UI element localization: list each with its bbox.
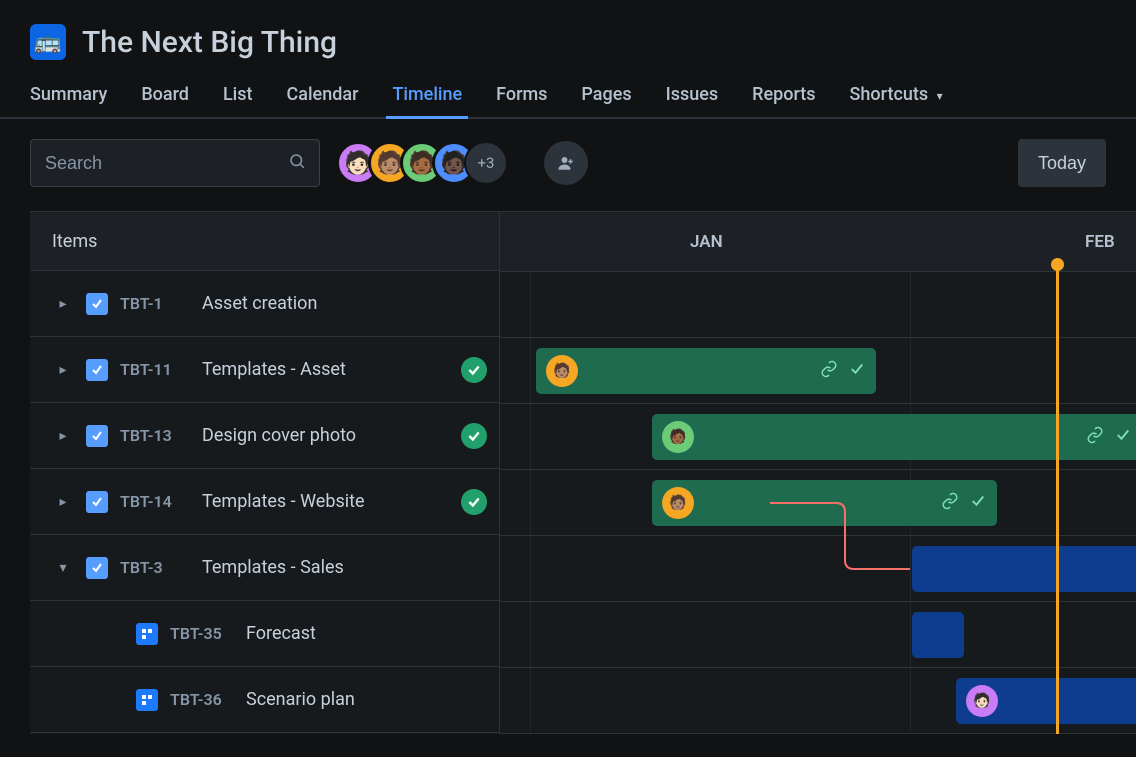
- today-marker: [1056, 264, 1059, 734]
- issue-key: TBT-36: [170, 690, 234, 709]
- tab-issues[interactable]: Issues: [666, 84, 719, 117]
- items-column-header: Items: [30, 211, 499, 271]
- nav-tabs: Summary Board List Calendar Timeline For…: [0, 84, 1136, 119]
- expand-toggle[interactable]: ▸: [52, 293, 74, 315]
- add-people-button[interactable]: [544, 141, 588, 185]
- avatar-stack: 🧑🏻 🧑🏽 🧑🏾 🧑🏿 +3: [336, 141, 508, 185]
- epic-icon: [86, 491, 108, 513]
- epic-icon: [86, 359, 108, 381]
- task-icon: [136, 623, 158, 645]
- gantt-row: 🧑🏾: [500, 404, 1136, 470]
- expand-toggle[interactable]: ▸: [52, 359, 74, 381]
- tab-shortcuts-label: Shortcuts: [850, 84, 929, 105]
- timeline-item-row[interactable]: ▸ TBT-13 Design cover photo: [30, 403, 499, 469]
- timeline-bar[interactable]: [912, 612, 964, 658]
- issue-key: TBT-35: [170, 624, 234, 643]
- tab-timeline[interactable]: Timeline: [392, 84, 462, 117]
- tab-reports[interactable]: Reports: [752, 84, 815, 117]
- tab-board[interactable]: Board: [141, 84, 189, 117]
- epic-icon: [86, 293, 108, 315]
- link-icon: [820, 360, 838, 382]
- status-done-icon: [461, 489, 487, 515]
- assignee-avatar[interactable]: 🧑🏻: [966, 685, 998, 717]
- month-header: JAN FEB: [500, 212, 1136, 272]
- dependency-line: [500, 470, 1136, 602]
- assignee-avatar[interactable]: 🧑🏾: [662, 421, 694, 453]
- timeline-item-row[interactable]: ▾ TBT-3 Templates - Sales: [30, 535, 499, 601]
- issue-key: TBT-13: [120, 426, 190, 445]
- issue-key: TBT-14: [120, 492, 190, 511]
- issue-key: TBT-11: [120, 360, 190, 379]
- status-done-icon: [461, 357, 487, 383]
- search-icon: [288, 152, 306, 174]
- issue-key: TBT-1: [120, 294, 190, 313]
- issue-summary: Forecast: [246, 623, 499, 644]
- expand-toggle[interactable]: ▸: [52, 425, 74, 447]
- page-title: The Next Big Thing: [82, 25, 337, 60]
- assignee-avatar[interactable]: 🧑🏽: [546, 355, 578, 387]
- tab-forms[interactable]: Forms: [496, 84, 547, 117]
- expand-toggle[interactable]: ▾: [52, 557, 74, 579]
- tab-summary[interactable]: Summary: [30, 84, 107, 117]
- timeline-bar[interactable]: 🧑🏾: [652, 414, 1136, 460]
- timeline-bar[interactable]: 🧑🏻: [956, 678, 1136, 724]
- today-button[interactable]: Today: [1018, 139, 1106, 187]
- issue-summary: Scenario plan: [246, 689, 499, 710]
- gantt-row: 🧑🏻: [500, 668, 1136, 734]
- issue-summary: Templates - Asset: [202, 359, 449, 380]
- chevron-down-icon: ▾: [937, 89, 943, 103]
- epic-icon: [86, 425, 108, 447]
- timeline-bar[interactable]: 🧑🏽: [536, 348, 876, 394]
- check-icon: [848, 360, 866, 382]
- check-icon: [1114, 426, 1132, 448]
- expand-toggle[interactable]: ▸: [52, 491, 74, 513]
- issue-summary: Asset creation: [202, 293, 499, 314]
- tab-list[interactable]: List: [223, 84, 253, 117]
- issue-summary: Design cover photo: [202, 425, 449, 446]
- tab-shortcuts[interactable]: Shortcuts ▾: [850, 84, 943, 117]
- task-icon: [136, 689, 158, 711]
- timeline-item-row[interactable]: TBT-36 Scenario plan: [30, 667, 499, 733]
- status-done-icon: [461, 423, 487, 449]
- timeline-item-row[interactable]: ▸ TBT-11 Templates - Asset: [30, 337, 499, 403]
- link-icon: [1086, 426, 1104, 448]
- timeline-item-row[interactable]: TBT-35 Forecast: [30, 601, 499, 667]
- tab-pages[interactable]: Pages: [581, 84, 631, 117]
- timeline-item-row[interactable]: ▸ TBT-14 Templates - Website: [30, 469, 499, 535]
- gantt-row: 🧑🏽: [500, 338, 1136, 404]
- tab-calendar[interactable]: Calendar: [287, 84, 359, 117]
- gantt-row: [500, 272, 1136, 338]
- timeline-item-row[interactable]: ▸ TBT-1 Asset creation: [30, 271, 499, 337]
- gantt-row: [500, 602, 1136, 668]
- project-icon: 🚌: [30, 24, 66, 60]
- issue-key: TBT-3: [120, 558, 190, 577]
- month-label: JAN: [690, 232, 723, 252]
- search-input[interactable]: [30, 139, 320, 187]
- avatar-overflow[interactable]: +3: [464, 141, 508, 185]
- issue-summary: Templates - Website: [202, 491, 449, 512]
- epic-icon: [86, 557, 108, 579]
- issue-summary: Templates - Sales: [202, 557, 499, 578]
- month-label: FEB: [1085, 232, 1115, 252]
